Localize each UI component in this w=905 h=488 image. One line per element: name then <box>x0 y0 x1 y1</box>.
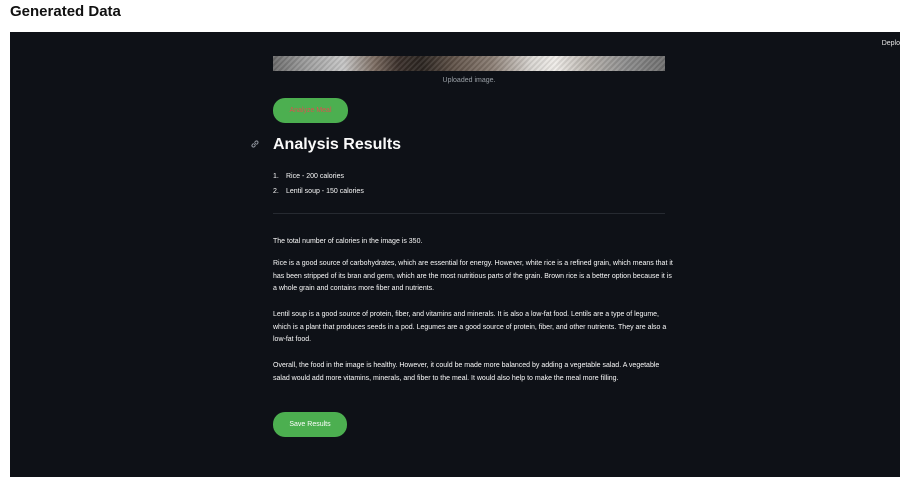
divider <box>273 213 665 214</box>
rice-paragraph: Rice is a good source of carbohydrates, … <box>273 260 673 292</box>
list-item: 2. Lentil soup - 150 calories <box>273 188 364 195</box>
app-container: Deplo Uploaded image. Analyze Meal Analy… <box>10 32 900 477</box>
food-items-list: 1. Rice - 200 calories 2. Lentil soup - 15… <box>273 169 364 199</box>
image-caption: Uploaded image. <box>442 77 496 84</box>
deploy-button[interactable]: Deplo <box>882 40 900 47</box>
analysis-results-heading: Analysis Results <box>273 136 402 153</box>
uploaded-image <box>273 56 665 71</box>
list-item: 1. Rice - 200 calories <box>273 173 344 180</box>
page-title: Generated Data <box>10 3 121 20</box>
analyze-meal-button[interactable]: Analyze Meal <box>273 98 348 123</box>
link-icon[interactable] <box>249 139 261 151</box>
summary-paragraph: Overall, the food in the image is health… <box>273 362 660 382</box>
lentil-paragraph: Lentil soup is a good source of protein,… <box>273 311 667 343</box>
save-results-button[interactable]: Save Results <box>273 412 347 437</box>
total-calories-text: The total number of calories in the imag… <box>273 238 423 245</box>
